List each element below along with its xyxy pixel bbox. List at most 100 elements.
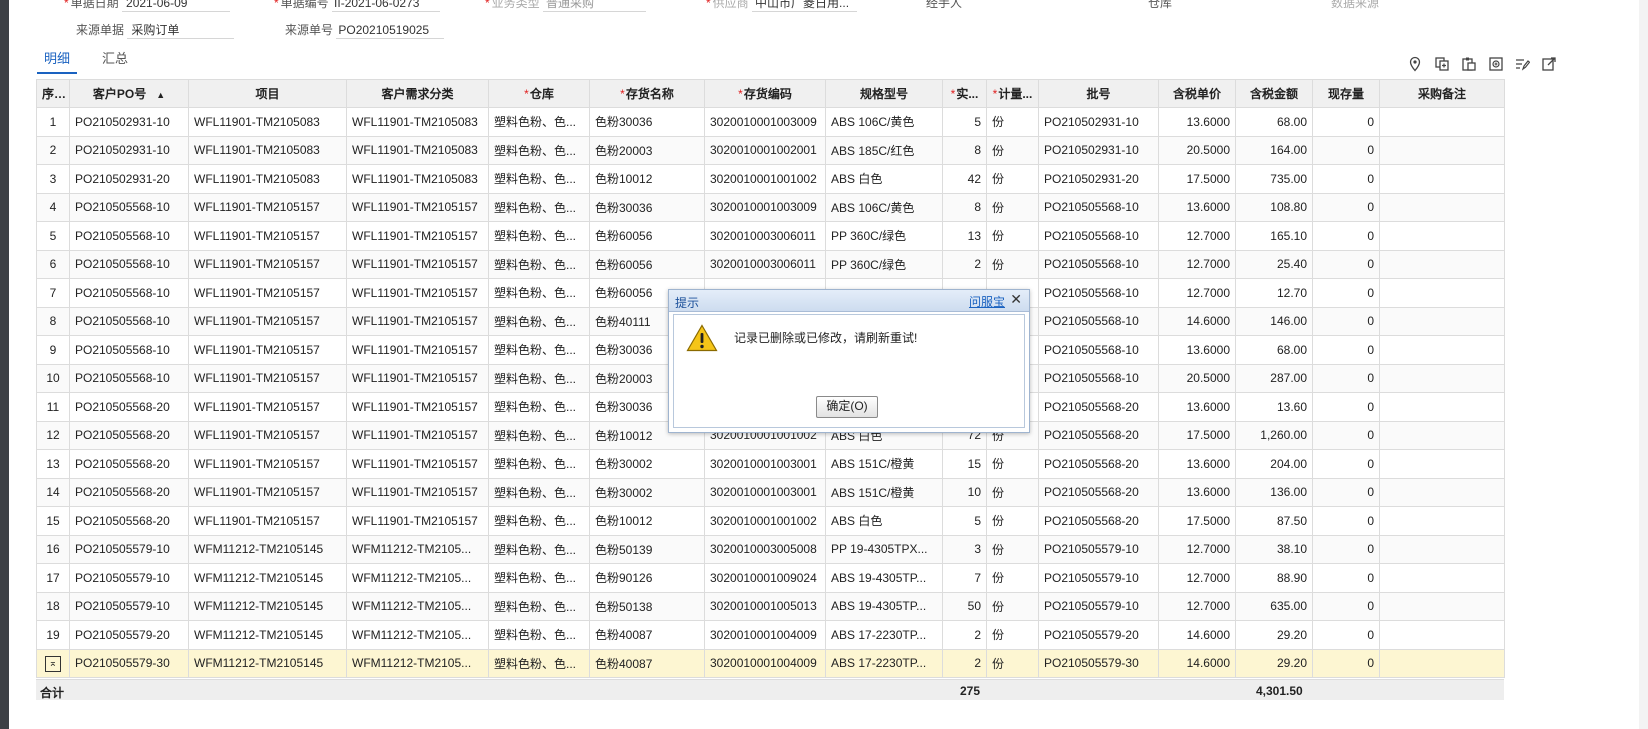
cell-stock[interactable]: 0 — [1312, 221, 1380, 251]
cell-qty[interactable]: 42 — [942, 164, 987, 194]
cell-unit[interactable]: 份 — [986, 563, 1039, 593]
supplier-input[interactable]: 中山市广菱日用... — [752, 0, 858, 12]
cell-batch[interactable]: PO210505568-10 — [1038, 221, 1159, 251]
cell-customer-category[interactable]: WFM11212-TM2105... — [346, 534, 489, 564]
cell-batch[interactable]: PO210502931-20 — [1038, 164, 1159, 194]
source-number-input[interactable]: PO20210519025 — [336, 22, 445, 39]
cell-batch[interactable]: PO210505568-10 — [1038, 249, 1159, 279]
cell-stock[interactable]: 0 — [1312, 449, 1380, 479]
cell-amount[interactable]: 1,260.00 — [1235, 420, 1313, 450]
table-row[interactable]: 18 PO210505579-10 WFM11212-TM2105145 WFM112… — [36, 591, 1505, 621]
cell-item-code[interactable]: 3020010001001002 — [704, 164, 826, 194]
cell-seq[interactable]: 3 — [36, 164, 70, 194]
cell-item-code[interactable]: 3020010001003001 — [704, 449, 826, 479]
cell-seq[interactable]: 13 — [36, 449, 70, 479]
cell-qty[interactable]: 2 — [942, 648, 987, 678]
cell-item-name[interactable]: 色粉10012 — [589, 164, 705, 194]
col-header-remark[interactable]: 采购备注 — [1379, 79, 1505, 108]
cell-remark[interactable] — [1379, 591, 1505, 621]
cell-item-name[interactable]: 色粉30036 — [589, 192, 705, 222]
cell-warehouse[interactable]: 塑料色粉、色... — [488, 534, 590, 564]
row-edit-icon[interactable]: ⌅ — [45, 655, 61, 672]
cell-unit[interactable]: 份 — [986, 164, 1039, 194]
cell-project[interactable]: WFL11901-TM2105157 — [188, 221, 347, 251]
cell-unit-price[interactable]: 12.7000 — [1158, 534, 1236, 564]
location-icon[interactable] — [1407, 56, 1423, 72]
table-row[interactable]: 15 PO210505568-20 WFL11901-TM2105157 WFL119… — [36, 506, 1505, 536]
table-row[interactable]: 1 PO210502931-10 WFL11901-TM2105083 WFL1190… — [36, 107, 1505, 137]
cell-batch[interactable]: PO210505579-30 — [1038, 648, 1159, 678]
cell-seq[interactable]: 2 — [36, 135, 70, 165]
cell-qty[interactable]: 5 — [942, 107, 987, 137]
cell-spec[interactable]: PP 19-4305TPX... — [825, 534, 943, 564]
cell-stock[interactable]: 0 — [1312, 249, 1380, 279]
cell-customer-category[interactable]: WFM11212-TM2105... — [346, 620, 489, 650]
cell-remark[interactable] — [1379, 449, 1505, 479]
cell-item-code[interactable]: 3020010003006011 — [704, 221, 826, 251]
col-header-project[interactable]: 项目 — [188, 79, 347, 108]
cell-customer-po[interactable]: PO210505579-10 — [69, 534, 189, 564]
cell-project[interactable]: WFL11901-TM2105083 — [188, 164, 347, 194]
cell-customer-po[interactable]: PO210505568-10 — [69, 192, 189, 222]
export-icon[interactable] — [1541, 56, 1557, 72]
table-row[interactable]: 13 PO210505568-20 WFL11901-TM2105157 WFL119… — [36, 449, 1505, 479]
cell-unit-price[interactable]: 13.6000 — [1158, 392, 1236, 422]
cell-customer-category[interactable]: WFL11901-TM2105157 — [346, 420, 489, 450]
cell-remark[interactable] — [1379, 278, 1505, 308]
cell-amount[interactable]: 165.10 — [1235, 221, 1313, 251]
cell-item-code[interactable]: 3020010003006011 — [704, 249, 826, 279]
cell-customer-po[interactable]: PO210505579-10 — [69, 591, 189, 621]
cell-unit-price[interactable]: 14.6000 — [1158, 620, 1236, 650]
cell-project[interactable]: WFL11901-TM2105157 — [188, 420, 347, 450]
cell-warehouse[interactable]: 塑料色粉、色... — [488, 221, 590, 251]
cell-remark[interactable] — [1379, 620, 1505, 650]
cell-customer-category[interactable]: WFM11212-TM2105... — [346, 648, 489, 678]
cell-qty[interactable]: 50 — [942, 591, 987, 621]
cell-item-name[interactable]: 色粉90126 — [589, 563, 705, 593]
cell-qty[interactable]: 7 — [942, 563, 987, 593]
cell-warehouse[interactable]: 塑料色粉、色... — [488, 306, 590, 336]
table-row[interactable]: 17 PO210505579-10 WFM11212-TM2105145 WFM112… — [36, 563, 1505, 593]
cell-batch[interactable]: PO210505568-10 — [1038, 335, 1159, 365]
cell-remark[interactable] — [1379, 249, 1505, 279]
cell-amount[interactable]: 136.00 — [1235, 477, 1313, 507]
cell-customer-category[interactable]: WFL11901-TM2105157 — [346, 477, 489, 507]
cell-customer-po[interactable]: PO210505579-30 — [69, 648, 189, 678]
cell-item-code[interactable]: 3020010001003009 — [704, 107, 826, 137]
cell-amount[interactable]: 13.60 — [1235, 392, 1313, 422]
cell-customer-po[interactable]: PO210505568-20 — [69, 449, 189, 479]
cell-unit[interactable]: 份 — [986, 449, 1039, 479]
doc-number-input[interactable]: II-2021-06-0273 — [332, 0, 441, 12]
cell-warehouse[interactable]: 塑料色粉、色... — [488, 363, 590, 393]
cell-remark[interactable] — [1379, 477, 1505, 507]
cell-spec[interactable]: ABS 白色 — [825, 506, 943, 536]
cell-project[interactable]: WFL11901-TM2105157 — [188, 249, 347, 279]
cell-unit[interactable]: 份 — [986, 534, 1039, 564]
col-header-customer-category[interactable]: 客户需求分类 — [346, 79, 489, 108]
cell-warehouse[interactable]: 塑料色粉、色... — [488, 249, 590, 279]
cell-warehouse[interactable]: 塑料色粉、色... — [488, 392, 590, 422]
cell-stock[interactable]: 0 — [1312, 135, 1380, 165]
cell-seq[interactable]: 4 — [36, 192, 70, 222]
cell-batch[interactable]: PO210505579-10 — [1038, 563, 1159, 593]
cell-customer-po[interactable]: PO210502931-10 — [69, 107, 189, 137]
cell-warehouse[interactable]: 塑料色粉、色... — [488, 506, 590, 536]
cell-project[interactable]: WFL11901-TM2105157 — [188, 363, 347, 393]
cell-item-code[interactable]: 3020010001004009 — [704, 620, 826, 650]
cell-project[interactable]: WFM11212-TM2105145 — [188, 534, 347, 564]
cell-qty[interactable]: 5 — [942, 506, 987, 536]
cell-unit-price[interactable]: 13.6000 — [1158, 449, 1236, 479]
cell-stock[interactable]: 0 — [1312, 620, 1380, 650]
cell-spec[interactable]: ABS 19-4305TP... — [825, 591, 943, 621]
cell-seq[interactable]: 18 — [36, 591, 70, 621]
cell-unit-price[interactable]: 13.6000 — [1158, 335, 1236, 365]
col-header-item-code[interactable]: *存货编码 — [704, 79, 826, 108]
cell-warehouse[interactable]: 塑料色粉、色... — [488, 563, 590, 593]
cell-unit-price[interactable]: 12.7000 — [1158, 278, 1236, 308]
cell-unit-price[interactable]: 17.5000 — [1158, 506, 1236, 536]
cell-amount[interactable]: 87.50 — [1235, 506, 1313, 536]
cell-seq[interactable]: 5 — [36, 221, 70, 251]
cell-project[interactable]: WFL11901-TM2105157 — [188, 335, 347, 365]
cell-customer-po[interactable]: PO210505568-10 — [69, 306, 189, 336]
cell-remark[interactable] — [1379, 420, 1505, 450]
